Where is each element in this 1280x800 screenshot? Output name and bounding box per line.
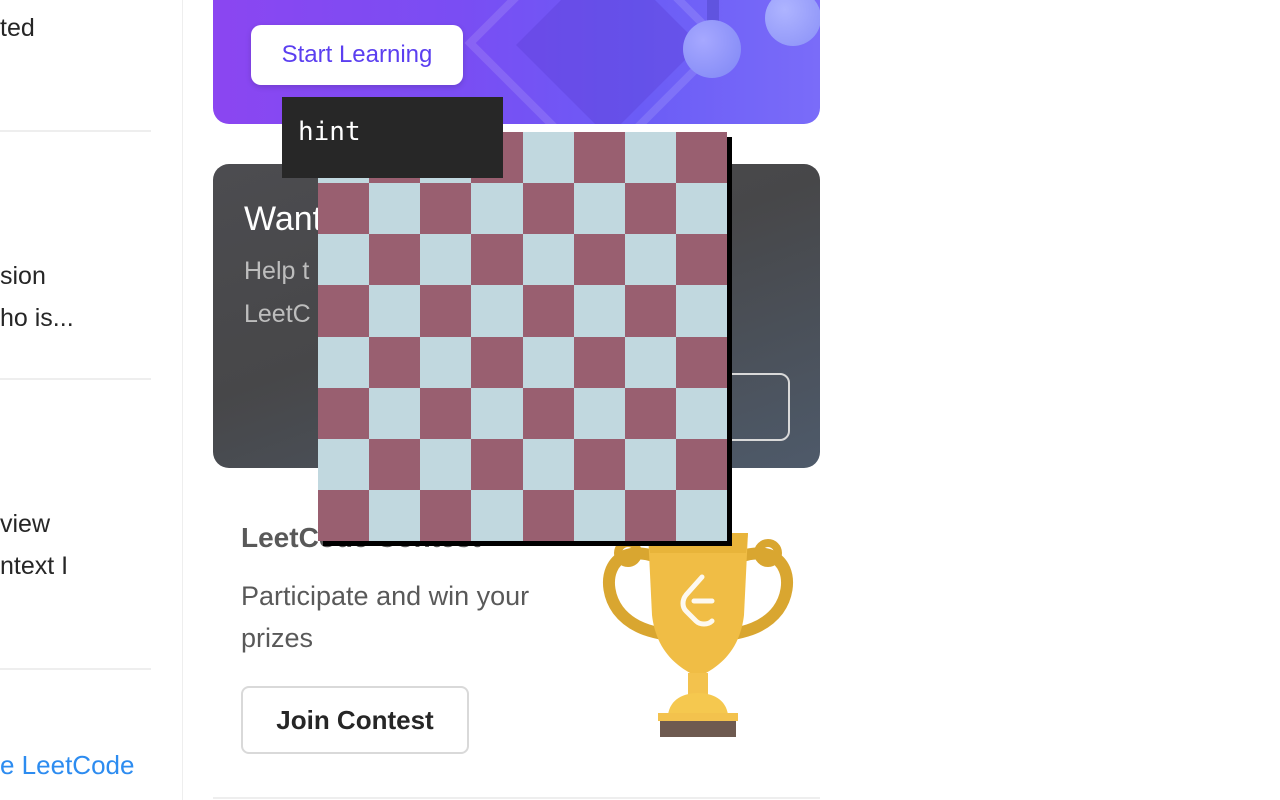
contribute-description-line: LeetC: [244, 300, 311, 328]
divider: [0, 130, 151, 132]
board-square[interactable]: [573, 438, 625, 490]
board-square[interactable]: [675, 336, 727, 388]
feed-snippet-line: ntext I: [0, 552, 69, 580]
divider: [0, 668, 151, 670]
feed-snippet-line: view: [0, 510, 51, 538]
board-square[interactable]: [573, 387, 625, 439]
board-square[interactable]: [318, 336, 370, 388]
board-square[interactable]: [318, 489, 370, 541]
board-square[interactable]: [522, 132, 574, 184]
contest-description: Participate and win your prizes: [241, 581, 530, 653]
decorative-sphere: [683, 20, 741, 78]
board-square[interactable]: [471, 489, 523, 541]
board-square[interactable]: [522, 234, 574, 286]
leetcode-link[interactable]: e LeetCode: [0, 750, 134, 781]
board-square[interactable]: [318, 285, 370, 337]
board-square[interactable]: [369, 489, 421, 541]
board-square[interactable]: [675, 438, 727, 490]
board-square[interactable]: [522, 183, 574, 235]
board-square[interactable]: [573, 285, 625, 337]
board-square[interactable]: [471, 438, 523, 490]
contribute-title: Want: [244, 200, 323, 238]
board-square[interactable]: [369, 438, 421, 490]
board-square[interactable]: [369, 336, 421, 388]
board-square[interactable]: [675, 387, 727, 439]
board-square[interactable]: [624, 336, 676, 388]
contribute-description-line: Help t: [244, 257, 310, 285]
board-square[interactable]: [420, 489, 472, 541]
board-square[interactable]: [369, 183, 421, 235]
board-square[interactable]: [471, 387, 523, 439]
board-square[interactable]: [420, 387, 472, 439]
board-square[interactable]: [675, 132, 727, 184]
feed-snippet-line: ted: [0, 14, 35, 42]
board-square[interactable]: [369, 234, 421, 286]
feed-snippet-1[interactable]: ted: [0, 7, 35, 49]
feed-snippet-line: ho is...: [0, 304, 74, 332]
board-square[interactable]: [573, 336, 625, 388]
board-square[interactable]: [471, 183, 523, 235]
board-square[interactable]: [675, 489, 727, 541]
board-square[interactable]: [675, 234, 727, 286]
board-square[interactable]: [522, 438, 574, 490]
divider: [0, 378, 151, 380]
board-square[interactable]: [369, 285, 421, 337]
board-square[interactable]: [573, 183, 625, 235]
board-square[interactable]: [573, 234, 625, 286]
board-square[interactable]: [624, 438, 676, 490]
board-square[interactable]: [318, 234, 370, 286]
board-square[interactable]: [420, 336, 472, 388]
board-square[interactable]: [318, 387, 370, 439]
board-square[interactable]: [318, 183, 370, 235]
board-square[interactable]: [675, 183, 727, 235]
start-learning-button[interactable]: Start Learning: [251, 25, 463, 85]
board-square[interactable]: [522, 387, 574, 439]
board-square[interactable]: [624, 183, 676, 235]
board-square[interactable]: [624, 387, 676, 439]
board-square[interactable]: [420, 285, 472, 337]
board-square[interactable]: [522, 336, 574, 388]
feed-snippet-2[interactable]: sion ho is...: [0, 255, 74, 339]
board-square[interactable]: [471, 234, 523, 286]
contribute-description: Help t LeetC: [244, 250, 311, 336]
board-square[interactable]: [420, 234, 472, 286]
hint-tooltip: hint: [282, 97, 503, 178]
board-square[interactable]: [522, 489, 574, 541]
board-square[interactable]: [471, 336, 523, 388]
board-square[interactable]: [573, 489, 625, 541]
board-square[interactable]: [624, 285, 676, 337]
left-feed-column: ted sion ho is... view ntext I e LeetCod…: [0, 0, 183, 800]
board-square[interactable]: [624, 489, 676, 541]
feed-snippet-line: sion: [0, 262, 46, 290]
trophy-icon: [603, 533, 793, 737]
board-square[interactable]: [624, 132, 676, 184]
board-square[interactable]: [624, 234, 676, 286]
board-square[interactable]: [573, 132, 625, 184]
join-contest-button[interactable]: Join Contest: [241, 686, 469, 754]
checkerboard-overlay[interactable]: [318, 132, 727, 541]
board-square[interactable]: [420, 438, 472, 490]
board-square[interactable]: [522, 285, 574, 337]
feed-snippet-3[interactable]: view ntext I: [0, 503, 68, 587]
board-square[interactable]: [675, 285, 727, 337]
board-square[interactable]: [369, 387, 421, 439]
decorative-sphere: [765, 0, 820, 46]
board-square[interactable]: [420, 183, 472, 235]
board-square[interactable]: [318, 438, 370, 490]
board-square[interactable]: [471, 285, 523, 337]
